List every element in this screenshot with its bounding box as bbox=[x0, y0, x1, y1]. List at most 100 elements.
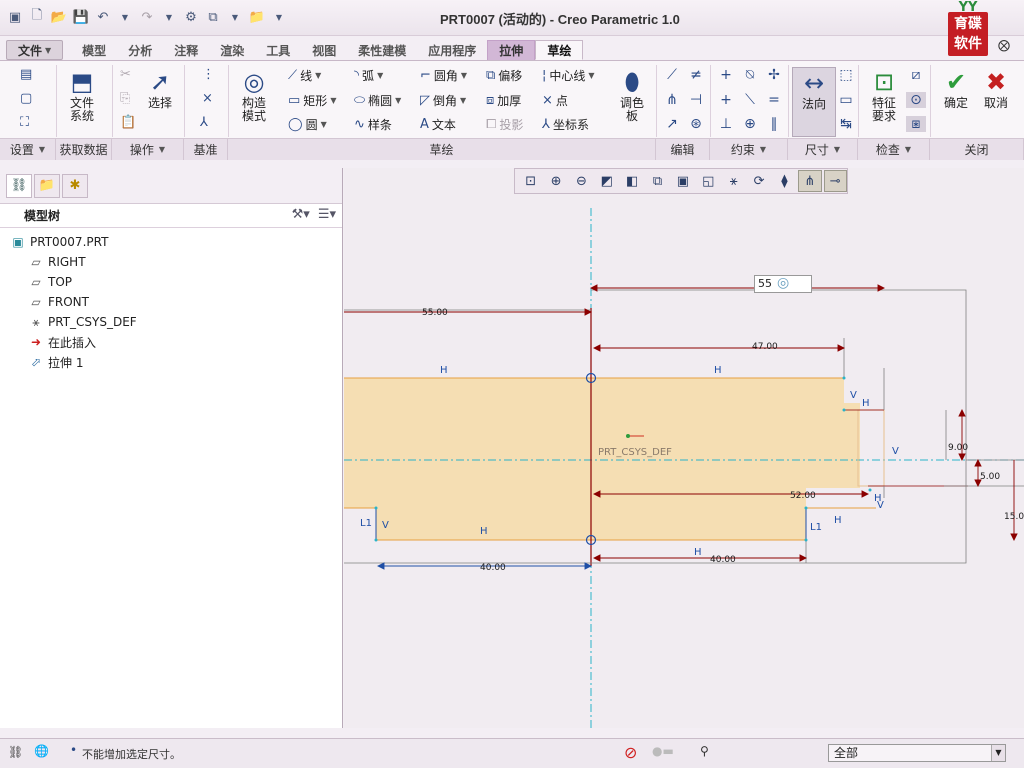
stop-icon[interactable]: ⊘ bbox=[624, 743, 637, 762]
tab-8[interactable]: 应用程序 bbox=[417, 40, 487, 60]
group-label-8[interactable]: 检查 ▼ bbox=[858, 139, 930, 160]
close-window-icon[interactable]: 📁 bbox=[248, 8, 266, 26]
group-label-2[interactable]: 操作 ▼ bbox=[112, 139, 184, 160]
show-tree-icon[interactable]: ⛓ bbox=[8, 745, 23, 759]
ok-button[interactable]: ✔ 确定 bbox=[934, 67, 978, 110]
new-file-icon[interactable]: 🗋 bbox=[28, 8, 46, 26]
dim-9[interactable]: 9.00 bbox=[948, 443, 968, 453]
divide-icon[interactable]: ⊣ bbox=[686, 92, 706, 108]
datum-display-icon[interactable]: ⚹ bbox=[722, 170, 745, 192]
coord-sys-button[interactable]: ⅄ 坐标系 bbox=[542, 116, 589, 133]
mirror-icon[interactable]: ⋔ bbox=[662, 92, 682, 108]
datum-point-icon[interactable]: × bbox=[202, 91, 216, 106]
redo-icon[interactable]: ↷ bbox=[138, 8, 156, 26]
tab-5[interactable]: 工具 bbox=[255, 40, 301, 60]
sketch-view-icon[interactable]: ▢ bbox=[20, 91, 35, 106]
rectangle-button[interactable]: ▭ 矩形 ▼ bbox=[288, 92, 336, 109]
windows-icon[interactable]: ⧉ bbox=[204, 8, 222, 26]
annotation-display-icon[interactable]: ⧫ bbox=[773, 170, 796, 192]
references-icon[interactable]: ⛶ bbox=[20, 115, 32, 130]
delete-segment-icon[interactable]: ≠ bbox=[686, 67, 706, 83]
repaint-icon[interactable]: ◩ bbox=[595, 170, 618, 192]
cancel-button[interactable]: ✖ 取消 bbox=[974, 67, 1018, 110]
dim-47[interactable]: 47.00 bbox=[752, 342, 778, 352]
browser-icon[interactable]: 🌐 bbox=[34, 744, 49, 758]
sketch-setup-icon[interactable]: ▤ bbox=[20, 67, 35, 82]
redo-dropdown-icon[interactable]: ▼ bbox=[160, 8, 178, 26]
tab-6[interactable]: 视图 bbox=[301, 40, 347, 60]
tangent-constraint-icon[interactable]: ⍉ bbox=[740, 67, 760, 83]
arc-button[interactable]: ◝ 弧 ▼ bbox=[354, 67, 383, 84]
copy-icon[interactable]: ⎘ bbox=[120, 91, 133, 106]
tab-0[interactable]: 文件 ▼ bbox=[6, 40, 64, 60]
centerline-button[interactable]: ¦ 中心线 ▼ bbox=[542, 67, 595, 84]
circle-button[interactable]: ◯ 圆 ▼ bbox=[288, 116, 327, 133]
customize-toolbar-icon[interactable]: ▼ bbox=[270, 8, 288, 26]
zoom-out-icon[interactable]: ⊖ bbox=[570, 170, 593, 192]
fillet-button[interactable]: ⌐ 圆角 ▼ bbox=[420, 67, 467, 84]
corner-icon[interactable]: ⊛ bbox=[686, 116, 706, 132]
sketch-view-toggle-icon[interactable]: ⋔ bbox=[798, 170, 822, 192]
dim-15[interactable]: 15.0 bbox=[1004, 512, 1024, 522]
perpendicular-constraint-icon[interactable]: ⊥ bbox=[716, 116, 736, 132]
symmetric-constraint-icon[interactable]: ✢ bbox=[764, 67, 784, 83]
paste-icon[interactable]: 📋 bbox=[120, 115, 139, 130]
tab-4[interactable]: 渲染 bbox=[209, 40, 255, 60]
open-file-icon[interactable]: 📂 bbox=[50, 8, 68, 26]
overlapping-geometry-icon[interactable]: ⧄ bbox=[906, 67, 926, 83]
group-label-6[interactable]: 约束 ▼ bbox=[710, 139, 788, 160]
saved-views-icon[interactable]: ⧉ bbox=[646, 170, 669, 192]
tab-10[interactable]: 草绘 bbox=[535, 40, 584, 60]
model-tree-tab-icon[interactable]: ⛓ bbox=[6, 173, 32, 198]
dim-5[interactable]: 5.00 bbox=[980, 472, 1000, 482]
vertical-constraint-icon[interactable]: + bbox=[716, 67, 736, 83]
highlight-open-ends-icon[interactable]: ⊙ bbox=[906, 92, 926, 108]
file-system-button[interactable]: ⬒ 文件 系统 bbox=[60, 67, 104, 123]
favorites-tab-icon[interactable]: ✱ bbox=[62, 173, 88, 198]
display-style-icon[interactable]: ◧ bbox=[621, 170, 644, 192]
perspective-icon[interactable]: ◱ bbox=[697, 170, 720, 192]
cut-icon[interactable]: ✂ bbox=[120, 67, 134, 82]
group-label-0[interactable]: 设置 ▼ bbox=[0, 139, 56, 160]
midpoint-constraint-icon[interactable]: ⟍ bbox=[740, 92, 760, 108]
tab-2[interactable]: 分析 bbox=[117, 40, 163, 60]
group-label-7[interactable]: 尺寸 ▼ bbox=[788, 139, 858, 160]
select-button[interactable]: ➚ 选择 bbox=[138, 67, 182, 110]
windows-dropdown-icon[interactable]: ▼ bbox=[226, 8, 244, 26]
tree-node[interactable]: ⚹ PRT_CSYS_DEF bbox=[0, 312, 342, 332]
project-button[interactable]: ⧠ 投影 bbox=[486, 116, 523, 133]
text-button[interactable]: A 文本 bbox=[420, 116, 456, 133]
zoom-in-icon[interactable]: ⊕ bbox=[544, 170, 567, 192]
dim-52[interactable]: 52.00 bbox=[790, 491, 816, 501]
modify-icon[interactable]: ⟋ bbox=[662, 67, 682, 83]
spline-button[interactable]: ∿ 样条 bbox=[354, 116, 392, 133]
shade-closed-loops-icon[interactable]: ⧆ bbox=[906, 116, 926, 132]
dimension-value-input[interactable]: 55 ◎ bbox=[754, 275, 812, 293]
rotate-resize-icon[interactable]: ↗ bbox=[662, 116, 682, 132]
tab-9[interactable]: 拉伸 bbox=[487, 40, 536, 60]
thicken-button[interactable]: ⧈ 加厚 bbox=[486, 92, 521, 109]
tree-node[interactable]: ▱ FRONT bbox=[0, 292, 342, 312]
datum-csys-icon[interactable]: ⅄ bbox=[200, 115, 211, 130]
coincident-constraint-icon[interactable]: ⊕ bbox=[740, 116, 760, 132]
tree-node[interactable]: ⬀ 拉伸 1 bbox=[0, 352, 342, 372]
normal-dimension-button[interactable]: ↔ 法向 bbox=[792, 67, 836, 137]
offset-button[interactable]: ⧉ 偏移 bbox=[486, 67, 522, 84]
baseline-icon[interactable]: ↹ bbox=[836, 116, 856, 132]
tree-node[interactable]: ▣ PRT0007.PRT bbox=[0, 232, 342, 252]
datum-centerline-icon[interactable]: ⋮ bbox=[202, 67, 218, 82]
tree-settings-icon[interactable]: ⚒▾ bbox=[292, 207, 310, 222]
tab-7[interactable]: 柔性建模 bbox=[347, 40, 417, 60]
regenerate-icon[interactable]: ⚙ bbox=[182, 8, 200, 26]
tree-node[interactable]: ▱ RIGHT bbox=[0, 252, 342, 272]
ellipse-button[interactable]: ⬭ 椭圆 ▼ bbox=[354, 92, 401, 109]
view-manager-icon[interactable]: ▣ bbox=[671, 170, 694, 192]
chamfer-button[interactable]: ◸ 倒角 ▼ bbox=[420, 92, 466, 109]
find-icon[interactable]: ⚲ bbox=[700, 744, 709, 758]
tree-node[interactable]: ➜ 在此插入 bbox=[0, 332, 342, 352]
undo-icon[interactable]: ↶ bbox=[94, 8, 112, 26]
folder-browser-tab-icon[interactable]: 📁 bbox=[34, 173, 60, 198]
equal-constraint-icon[interactable]: = bbox=[764, 92, 784, 108]
spin-center-icon[interactable]: ⟳ bbox=[747, 170, 770, 192]
line-button[interactable]: ⟋ 线 ▼ bbox=[288, 67, 321, 84]
